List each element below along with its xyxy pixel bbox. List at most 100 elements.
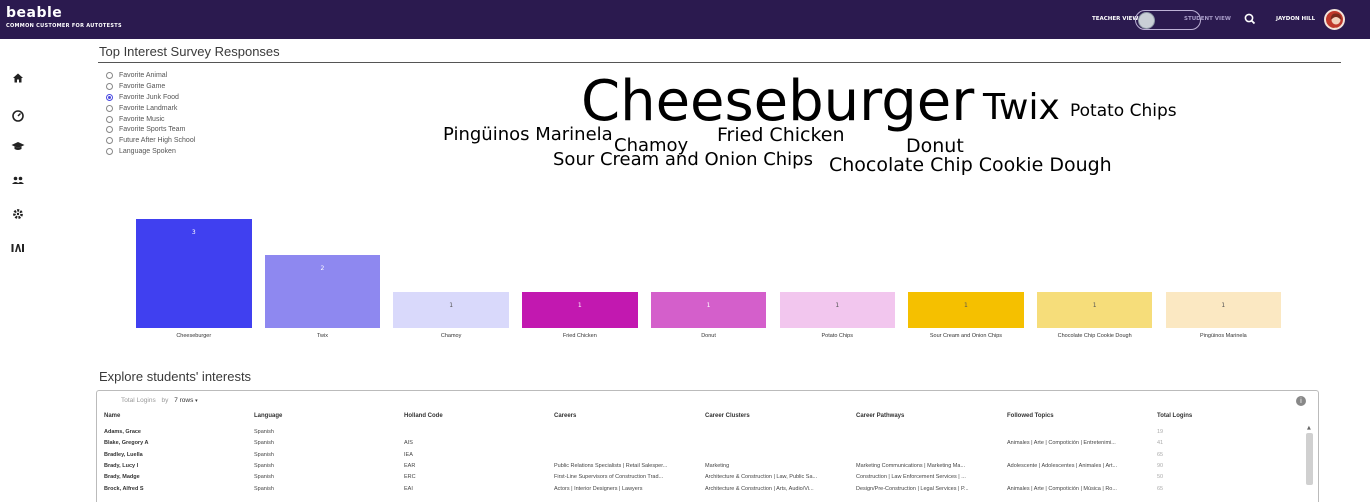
bar-value-label: 1 (1221, 301, 1226, 309)
top-bar: beable COMMON CUSTOMER FOR AUTOTESTS TEA… (0, 0, 1370, 39)
table-cell: 65 (1157, 485, 1164, 492)
people-icon[interactable] (10, 172, 26, 188)
option-favorite-animal[interactable]: Favorite Animal (106, 70, 195, 81)
scrollbar[interactable] (1306, 433, 1313, 485)
table-cell: 90 (1157, 462, 1164, 469)
table-cell: Spanish (254, 451, 274, 458)
app-logo[interactable]: beable (6, 5, 62, 21)
table-cell: Actors | Interior Designers | Lawyers (554, 485, 643, 492)
student-name-cell[interactable]: Bradley, Luella (104, 452, 244, 458)
table-cell: Adolescente | Adolescentes | Animales | … (1007, 462, 1118, 469)
customer-name: COMMON CUSTOMER FOR AUTOTESTS (6, 23, 122, 29)
bar-value-label: 3 (191, 228, 196, 236)
cloud-word-pinguinos-marinela: Pingüinos Marinela (443, 124, 613, 145)
cloud-word-cheeseburger: Cheeseburger (581, 69, 975, 134)
gear-icon[interactable] (10, 206, 26, 222)
rows-select[interactable]: 7 rows (174, 397, 193, 404)
table-cell: Marketing Communications | Marketing Ma.… (856, 462, 966, 469)
option-label: Favorite Music (119, 115, 165, 123)
table-cell: Spanish (254, 462, 274, 469)
table-cell: 50 (1157, 474, 1164, 481)
table-cell: 19 (1157, 429, 1164, 435)
table-cell: IEA (404, 451, 413, 458)
search-icon[interactable] (1243, 12, 1257, 26)
cloud-word-fried-chicken: Fried Chicken (717, 124, 845, 146)
bar-category-label: Cheeseburger (176, 333, 212, 339)
column-header[interactable]: Holland Code (404, 413, 443, 419)
bar-value-label: 1 (449, 301, 454, 309)
table-cell: Spanish (254, 429, 274, 435)
teacher-view-label: TEACHER VIEW (1092, 16, 1139, 22)
home-icon[interactable] (10, 70, 26, 86)
table-cell: Animales | Arte | Compotición | Entreten… (1007, 440, 1116, 447)
bar-category-label: Twix (316, 333, 328, 339)
option-language-spoken[interactable]: Language Spoken (106, 146, 195, 157)
table-cell: EAR (404, 462, 416, 469)
bar-0[interactable]: 3 (136, 218, 252, 328)
bar-value-label: 1 (964, 301, 968, 309)
option-label: Favorite Animal (119, 71, 168, 79)
table-cell: Architecture & Construction | Law, Publi… (705, 474, 818, 481)
bar-4[interactable]: 1 (650, 291, 767, 328)
table-cell: Architecture & Construction | Arts, Audi… (705, 485, 814, 492)
cloud-word-potato-chips: Potato Chips (1070, 101, 1177, 121)
bar-category-label: Potato Chips (821, 333, 854, 339)
table-cell: AIS (404, 440, 413, 447)
table-cell: Public Relations Specialists | Retail Sa… (554, 462, 668, 469)
scroll-up-icon[interactable]: ▲ (1307, 425, 1311, 431)
bar-value-label: 1 (706, 301, 711, 309)
chevron-down-icon[interactable]: ▾ (195, 398, 198, 404)
dashboard-icon[interactable] (10, 108, 26, 124)
bar-category-label: Sour Cream and Onion Chips (929, 333, 1003, 339)
option-favorite-music[interactable]: Favorite Music (106, 114, 195, 125)
column-header[interactable]: Language (254, 413, 282, 419)
column-header[interactable]: Career Pathways (856, 413, 904, 419)
student-name-cell[interactable]: Brady, Lucy I (104, 463, 244, 469)
ai-icon[interactable] (10, 240, 26, 256)
bar-1[interactable]: 2 (264, 255, 381, 328)
table-cell: 65 (1157, 451, 1164, 458)
survey-title: Top Interest Survey Responses (99, 44, 280, 59)
column-header[interactable]: Total Logins (1157, 413, 1192, 419)
bar-7[interactable]: 1 (1036, 291, 1153, 328)
bar-category-label: Chamoy (440, 333, 462, 339)
student-name-cell[interactable]: Brock, Alfred S (104, 486, 244, 492)
table-cell: Animales | Arte | Compotición | Música |… (1007, 485, 1117, 492)
bar-value-label: 1 (835, 301, 840, 309)
option-future-after-high-school[interactable]: Future After High School (106, 135, 195, 146)
option-favorite-junk-food[interactable]: Favorite Junk Food (106, 92, 195, 103)
survey-options: Favorite Animal Favorite Game Favorite J… (106, 70, 195, 157)
bar-3[interactable]: 1 (522, 291, 638, 328)
table-cell: Spanish (254, 440, 274, 447)
option-favorite-landmark[interactable]: Favorite Landmark (106, 103, 195, 114)
user-name[interactable]: JAYDON HILL (1276, 16, 1315, 22)
table-cell: Design/Pre-Construction | Legal Services… (856, 485, 969, 492)
column-header[interactable]: Followed Topics (1007, 413, 1054, 419)
column-header[interactable]: Career Clusters (705, 413, 750, 419)
bar-8[interactable]: 1 (1165, 291, 1282, 328)
bar-category-label: Chocolate Chip Cookie Dough (1057, 333, 1132, 339)
option-favorite-game[interactable]: Favorite Game (106, 81, 195, 92)
bar-6[interactable]: 1 (908, 291, 1024, 328)
bar-2[interactable]: 1 (393, 291, 509, 328)
student-view-label: STUDENT VIEW (1184, 16, 1231, 22)
avatar[interactable] (1324, 9, 1345, 30)
graduation-cap-icon[interactable] (10, 138, 26, 154)
explore-title: Explore students' interests (99, 369, 252, 384)
radio-selected-icon (106, 93, 113, 101)
student-name-cell[interactable]: Adams, Grace (104, 429, 244, 435)
table-cell: Spanish (254, 485, 274, 492)
bar-category-label: Fried Chicken (562, 333, 597, 339)
option-label: Favorite Landmark (119, 104, 178, 112)
radio-icon (106, 82, 113, 90)
column-header[interactable]: Name (104, 413, 120, 419)
option-label: Favorite Junk Food (119, 93, 179, 101)
option-label: Language Spoken (119, 148, 176, 156)
student-name-cell[interactable]: Blake, Gregory A (104, 440, 244, 446)
student-name-cell[interactable]: Brady, Madge (104, 474, 244, 480)
column-header[interactable]: Careers (554, 413, 576, 419)
info-icon[interactable]: i (1296, 396, 1306, 406)
bar-5[interactable]: 1 (779, 291, 895, 328)
option-favorite-sports-team[interactable]: Favorite Sports Team (106, 124, 195, 135)
radio-icon (106, 126, 113, 134)
